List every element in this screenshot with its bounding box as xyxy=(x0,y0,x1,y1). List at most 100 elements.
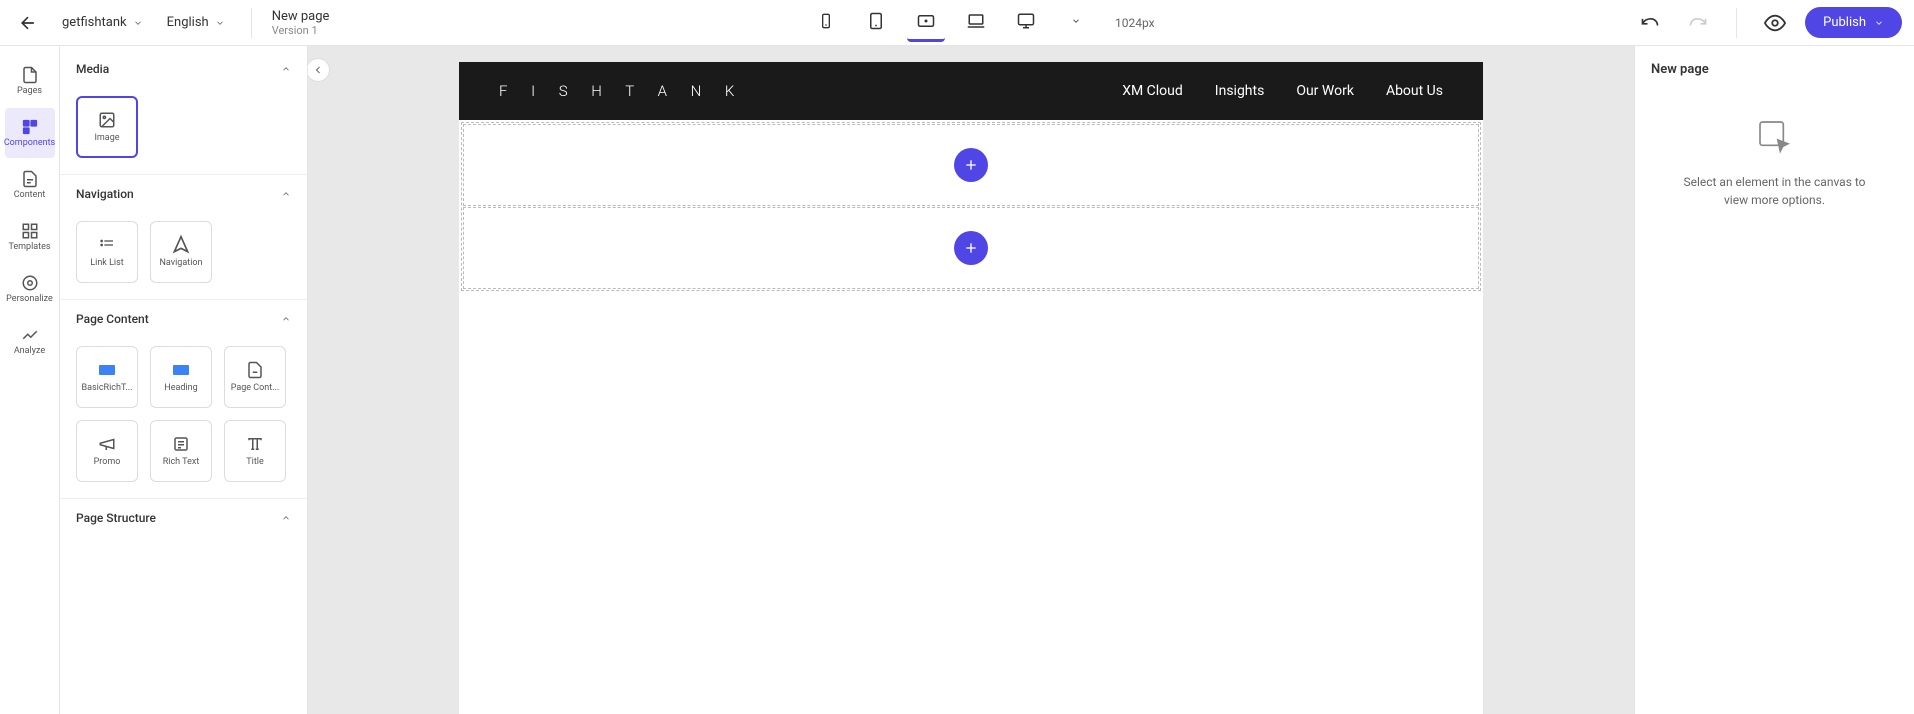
section-header-page-structure[interactable]: Page Structure xyxy=(76,511,291,525)
component-title[interactable]: Title xyxy=(224,420,286,482)
publish-button[interactable]: Publish xyxy=(1805,7,1902,38)
section-title: Navigation xyxy=(76,187,134,201)
section-page-structure: Page Structure xyxy=(60,499,307,533)
rail-item-components[interactable]: Components xyxy=(5,108,55,158)
device-mobile-button[interactable] xyxy=(807,4,845,42)
tablet-landscape-icon xyxy=(915,12,937,30)
component-image[interactable]: Image xyxy=(76,96,138,158)
breakpoint-label: 1024px xyxy=(1115,16,1155,30)
nav-link[interactable]: Our Work xyxy=(1296,83,1354,99)
site-header: F I S H T A N K XM Cloud Insights Our Wo… xyxy=(459,62,1483,120)
title-icon xyxy=(244,435,266,453)
placeholder-row[interactable] xyxy=(463,207,1479,289)
device-tablet-button[interactable] xyxy=(857,4,895,42)
site-logo: F I S H T A N K xyxy=(499,82,744,100)
undo-button[interactable] xyxy=(1632,5,1668,41)
section-grid-media: Image xyxy=(60,84,307,175)
page-version: Version 1 xyxy=(272,24,330,37)
page-title: New page xyxy=(272,9,330,24)
preview-button[interactable] xyxy=(1757,5,1793,41)
component-heading[interactable]: Heading xyxy=(150,346,212,408)
device-laptop-button[interactable] xyxy=(957,4,995,42)
chevron-up-icon xyxy=(281,189,291,199)
rail-item-analyze[interactable]: Analyze xyxy=(5,316,55,366)
component-page-content[interactable]: Page Cont... xyxy=(224,346,286,408)
collapse-panel-button[interactable] xyxy=(308,58,330,82)
component-label: Heading xyxy=(164,383,197,393)
link-list-icon xyxy=(96,236,118,254)
right-empty-state: Select an element in the canvas to view … xyxy=(1651,117,1898,209)
language-name: English xyxy=(167,15,209,30)
add-component-button[interactable] xyxy=(954,231,988,265)
topbar-right: Publish xyxy=(1632,5,1902,41)
component-label: Navigation xyxy=(160,258,203,268)
device-tablet-landscape-button[interactable] xyxy=(907,4,945,42)
canvas-wrap: F I S H T A N K XM Cloud Insights Our Wo… xyxy=(308,46,1634,714)
rail-item-pages[interactable]: Pages xyxy=(5,56,55,106)
component-promo[interactable]: Promo xyxy=(76,420,138,482)
section-title: Media xyxy=(76,62,109,76)
section-header-page-content[interactable]: Page Content xyxy=(76,312,291,326)
section-navigation: Navigation xyxy=(60,175,307,209)
divider xyxy=(1736,8,1737,38)
nav-link[interactable]: Insights xyxy=(1215,83,1265,99)
rich-text-icon xyxy=(170,435,192,453)
component-navigation[interactable]: Navigation xyxy=(150,221,212,283)
component-rich-text[interactable]: Rich Text xyxy=(150,420,212,482)
section-media: Media xyxy=(60,50,307,84)
components-icon xyxy=(21,118,39,136)
component-label: BasicRichT... xyxy=(82,383,133,393)
rail-item-personalize[interactable]: Personalize xyxy=(5,264,55,314)
component-label: Page Cont... xyxy=(231,383,280,393)
topbar-center: 1024px xyxy=(337,4,1624,42)
top-bar: getfishtank English New page Version 1 xyxy=(0,0,1914,46)
site-nav: XM Cloud Insights Our Work About Us xyxy=(1122,83,1443,99)
placeholder-zone[interactable] xyxy=(461,122,1481,291)
rail-item-content[interactable]: Content xyxy=(5,160,55,210)
add-component-button[interactable] xyxy=(954,148,988,182)
laptop-icon xyxy=(965,12,987,30)
page-content-icon xyxy=(244,361,266,379)
section-header-navigation[interactable]: Navigation xyxy=(76,187,291,201)
heading-icon xyxy=(170,361,192,379)
device-more-button[interactable] xyxy=(1057,4,1095,42)
plus-icon xyxy=(963,157,979,173)
arrow-left-icon xyxy=(18,13,38,33)
chevron-left-icon xyxy=(312,64,324,76)
site-dropdown[interactable]: getfishtank xyxy=(56,11,149,34)
canvas[interactable]: F I S H T A N K XM Cloud Insights Our Wo… xyxy=(459,62,1483,714)
section-header-media[interactable]: Media xyxy=(76,62,291,76)
topbar-left: getfishtank English New page Version 1 xyxy=(12,7,329,39)
main-area: Pages Components Content Templates Perso… xyxy=(0,46,1914,714)
nav-link[interactable]: About Us xyxy=(1386,83,1443,99)
section-grid-navigation: Link List Navigation xyxy=(60,209,307,300)
templates-icon xyxy=(21,222,39,240)
back-button[interactable] xyxy=(12,7,44,39)
left-rail: Pages Components Content Templates Perso… xyxy=(0,46,60,714)
language-dropdown[interactable]: English xyxy=(161,11,231,34)
nav-link[interactable]: XM Cloud xyxy=(1122,83,1183,99)
component-label: Link List xyxy=(90,258,123,268)
rail-item-templates[interactable]: Templates xyxy=(5,212,55,262)
component-label: Title xyxy=(246,457,263,467)
chevron-down-icon xyxy=(215,18,225,28)
component-placeholder xyxy=(76,545,138,557)
device-desktop-button[interactable] xyxy=(1007,4,1045,42)
right-panel-title: New page xyxy=(1651,62,1898,77)
component-link-list[interactable]: Link List xyxy=(76,221,138,283)
rail-label: Templates xyxy=(8,242,50,252)
rail-label: Content xyxy=(14,190,46,200)
component-label: Promo xyxy=(94,457,121,467)
plus-icon xyxy=(963,240,979,256)
component-basic-rich-text[interactable]: BasicRichT... xyxy=(76,346,138,408)
analyze-icon xyxy=(21,326,39,344)
rail-label: Analyze xyxy=(14,346,45,356)
mobile-icon xyxy=(818,11,834,31)
chevron-up-icon xyxy=(281,64,291,74)
component-label: Rich Text xyxy=(163,457,200,467)
select-element-icon xyxy=(1755,117,1795,157)
placeholder-row[interactable] xyxy=(463,124,1479,206)
component-label: Image xyxy=(94,133,119,143)
right-panel: New page Select an element in the canvas… xyxy=(1634,46,1914,714)
redo-button[interactable] xyxy=(1680,5,1716,41)
